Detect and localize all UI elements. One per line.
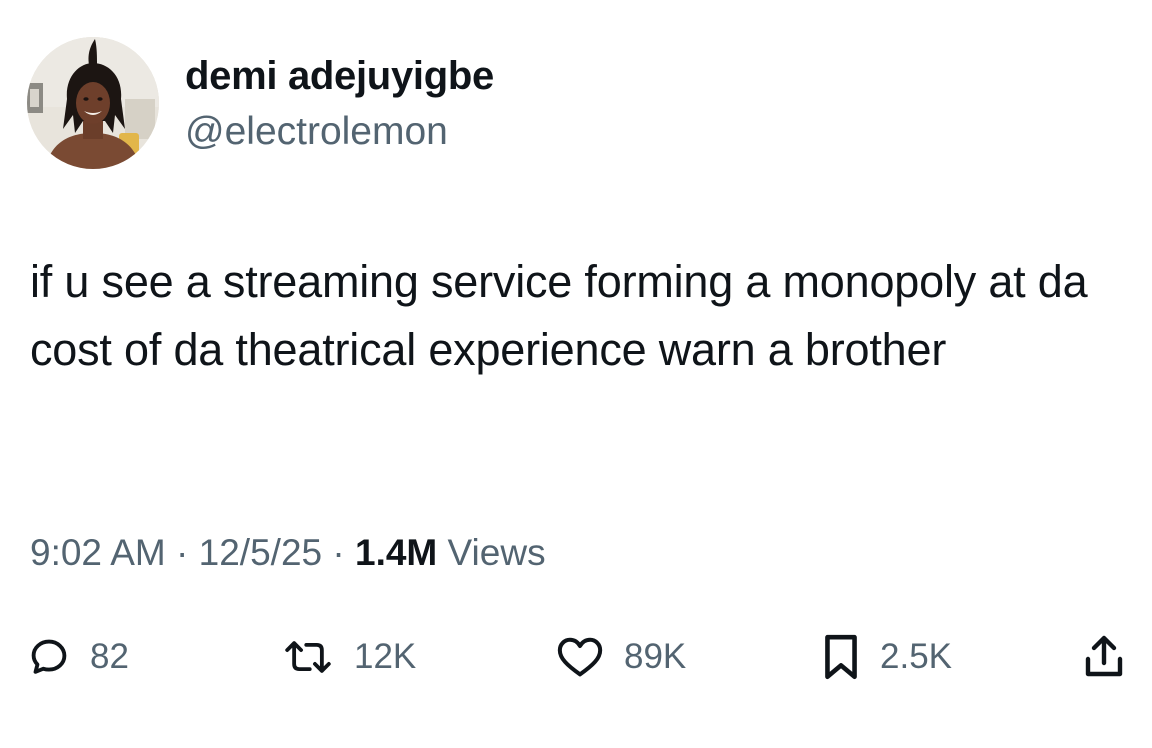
action-bar: 82 12K 89K 2.5K	[0, 622, 1152, 692]
bookmark-button[interactable]: 2.5K	[822, 622, 952, 692]
tweet-card: demi adejuyigbe @electrolemon if u see a…	[0, 0, 1152, 748]
tweet-date[interactable]: 12/5/25	[199, 532, 322, 573]
tweet-meta: 9:02 AM · 12/5/25 · 1.4M Views	[30, 532, 546, 574]
views-count[interactable]: 1.4M	[355, 532, 437, 573]
like-button[interactable]: 89K	[556, 622, 686, 692]
tweet-text: if u see a streaming service forming a m…	[30, 256, 1088, 375]
meta-separator: ·	[332, 532, 345, 573]
retweet-arrows-icon	[285, 641, 331, 673]
retweet-count: 12K	[354, 637, 417, 676]
bookmark-count: 2.5K	[880, 637, 952, 676]
share-button[interactable]	[1082, 622, 1126, 692]
reply-count: 82	[90, 637, 129, 676]
avatar[interactable]	[27, 37, 159, 169]
bookmark-outline-icon	[825, 634, 857, 680]
share-upload-icon	[1085, 635, 1123, 677]
author-handle[interactable]: @electrolemon	[185, 110, 448, 154]
reply-button[interactable]: 82	[28, 622, 129, 692]
meta-separator: ·	[176, 532, 189, 573]
heart-outline-icon	[557, 637, 603, 677]
tweet-time[interactable]: 9:02 AM	[30, 532, 166, 573]
retweet-button[interactable]: 12K	[282, 622, 416, 692]
avatar-photo	[27, 37, 159, 169]
author-name[interactable]: demi adejuyigbe	[185, 54, 494, 99]
views-label[interactable]: Views	[448, 532, 546, 573]
speech-bubble-icon	[31, 639, 67, 674]
like-count: 89K	[624, 637, 687, 676]
